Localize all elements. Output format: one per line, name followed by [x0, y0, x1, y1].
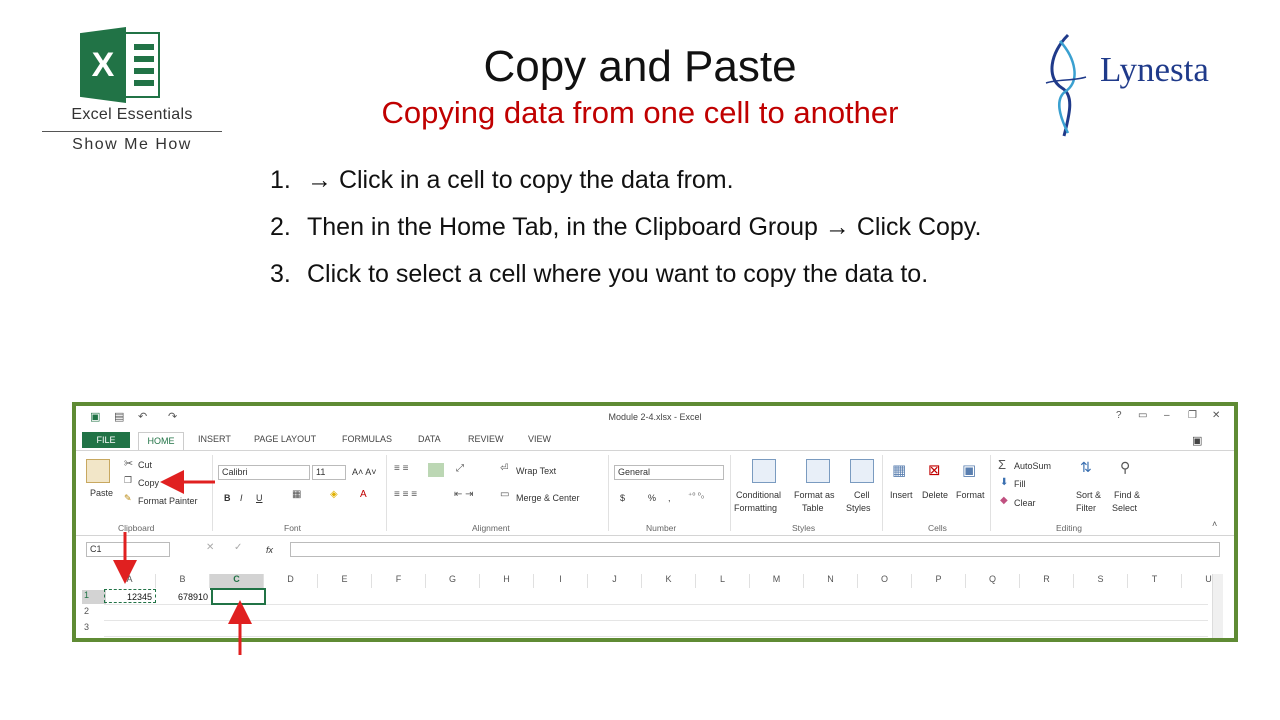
annotation-arrows [113, 470, 252, 655]
